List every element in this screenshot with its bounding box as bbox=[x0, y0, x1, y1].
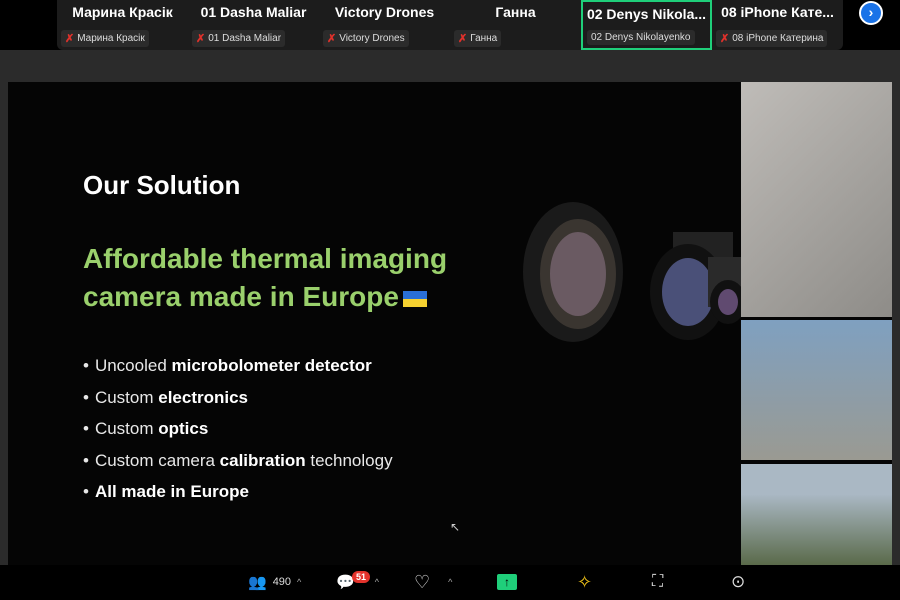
subtitle-line-1: Affordable thermal imaging bbox=[83, 243, 448, 274]
mic-muted-icon: ✗ bbox=[720, 33, 730, 45]
participant-name: Ганна bbox=[495, 4, 536, 20]
participant-tile[interactable]: 08 iPhone Кате... ✗ 08 iPhone Катерина bbox=[712, 0, 843, 50]
mic-muted-icon: ✗ bbox=[65, 33, 75, 45]
participant-label: 02 Denys Nikolayenko bbox=[587, 30, 695, 45]
participant-label-text: Victory Drones bbox=[339, 33, 405, 44]
caret-up-icon[interactable]: ^ bbox=[375, 577, 379, 587]
participant-tile[interactable]: 01 Dasha Maliar ✗ 01 Dasha Maliar bbox=[188, 0, 319, 50]
next-page-button[interactable]: › bbox=[859, 1, 883, 25]
shared-slide: Our Solution Affordable thermal imaging c… bbox=[8, 82, 892, 565]
participant-label: ✗ 01 Dasha Maliar bbox=[192, 30, 286, 47]
ai-companion-button[interactable]: ✧ bbox=[577, 572, 592, 592]
meeting-toolbar: 👥 490 ^ 💬 ^ ♡ ^ ↑ ✧ ⛶ ⊙ bbox=[0, 565, 900, 600]
bullet-item: Custom optics bbox=[83, 419, 393, 451]
participant-strip: Марина Красік ✗ Марина Красік 01 Dasha Mal… bbox=[57, 0, 843, 50]
bullet-item: Uncooled microbolometer detector bbox=[83, 356, 393, 388]
participant-name: 02 Denys Nikola... bbox=[586, 6, 707, 22]
apps-button[interactable]: ⛶ bbox=[652, 572, 663, 592]
caret-up-icon[interactable]: ^ bbox=[297, 577, 301, 587]
participants-count: 490 bbox=[272, 576, 292, 588]
turret-photo bbox=[741, 320, 892, 460]
participant-tile-active-speaker[interactable]: 02 Denys Nikola... 02 Denys Nikolayenko bbox=[581, 0, 712, 50]
mic-muted-icon: ✗ bbox=[327, 33, 337, 45]
participant-name: Марина Красік bbox=[72, 4, 173, 20]
participant-tile[interactable]: Марина Красік ✗ Марина Красік bbox=[57, 0, 188, 50]
mic-muted-icon: ✗ bbox=[196, 33, 206, 45]
participant-label-text: 08 iPhone Катерина bbox=[732, 33, 824, 44]
bullet-item: Custom electronics bbox=[83, 388, 393, 420]
mouse-cursor-icon: ↖ bbox=[450, 520, 461, 534]
participants-button[interactable]: 👥 490 ^ bbox=[248, 572, 301, 592]
vehicle-photo bbox=[741, 464, 892, 565]
participant-name: Victory Drones bbox=[334, 4, 435, 20]
participant-label-text: 02 Denys Nikolayenko bbox=[591, 32, 691, 43]
thermal-camera-image bbox=[523, 202, 743, 342]
product-photos bbox=[741, 82, 892, 565]
participant-label: ✗ 08 iPhone Катерина bbox=[716, 30, 828, 47]
bullet-item: All made in Europe bbox=[83, 482, 393, 514]
bullet-item: Custom camera calibration technology bbox=[83, 451, 393, 483]
participant-name: 01 Dasha Maliar bbox=[200, 4, 307, 20]
participant-tile[interactable]: Victory Drones ✗ Victory Drones bbox=[319, 0, 450, 50]
participant-tile[interactable]: Ганна ✗ Ганна bbox=[450, 0, 581, 50]
participant-label: ✗ Марина Красік bbox=[61, 30, 149, 47]
chat-unread-badge: 51 bbox=[352, 571, 371, 583]
share-screen-button[interactable]: ↑ bbox=[497, 572, 517, 592]
slide-subtitle: Affordable thermal imaging camera made in… bbox=[83, 240, 447, 316]
participant-label-text: 01 Dasha Maliar bbox=[208, 33, 282, 44]
apps-icon: ⛶ bbox=[652, 573, 664, 590]
bullet-list: Uncooled microbolometer detector Custom … bbox=[83, 356, 393, 514]
more-icon: ⊙ bbox=[731, 572, 746, 591]
participant-strip-bar: Марина Красік ✗ Марина Красік 01 Dasha Mal… bbox=[0, 0, 900, 50]
chevron-right-icon: › bbox=[868, 4, 874, 20]
participant-label-text: Марина Красік bbox=[77, 33, 145, 44]
share-up-arrow-icon: ↑ bbox=[497, 574, 517, 590]
participant-label: ✗ Victory Drones bbox=[323, 30, 409, 47]
caret-up-icon[interactable]: ^ bbox=[448, 577, 452, 587]
mic-muted-icon: ✗ bbox=[458, 33, 468, 45]
more-button[interactable]: ⊙ bbox=[731, 572, 745, 592]
reactions-button[interactable]: ♡ ^ bbox=[414, 572, 452, 592]
subtitle-line-2: camera made in Europe bbox=[83, 281, 399, 312]
sparkle-icon: ✧ bbox=[577, 571, 593, 592]
participant-name: 08 iPhone Кате... bbox=[721, 4, 834, 20]
drone-photo bbox=[741, 82, 892, 317]
participant-label: ✗ Ганна bbox=[454, 30, 502, 47]
slide-title: Our Solution bbox=[83, 170, 241, 200]
participant-label-text: Ганна bbox=[470, 33, 498, 44]
heart-icon: ♡ bbox=[414, 571, 431, 592]
participants-icon: 👥 bbox=[248, 574, 267, 591]
ukraine-flag-icon bbox=[402, 290, 427, 307]
